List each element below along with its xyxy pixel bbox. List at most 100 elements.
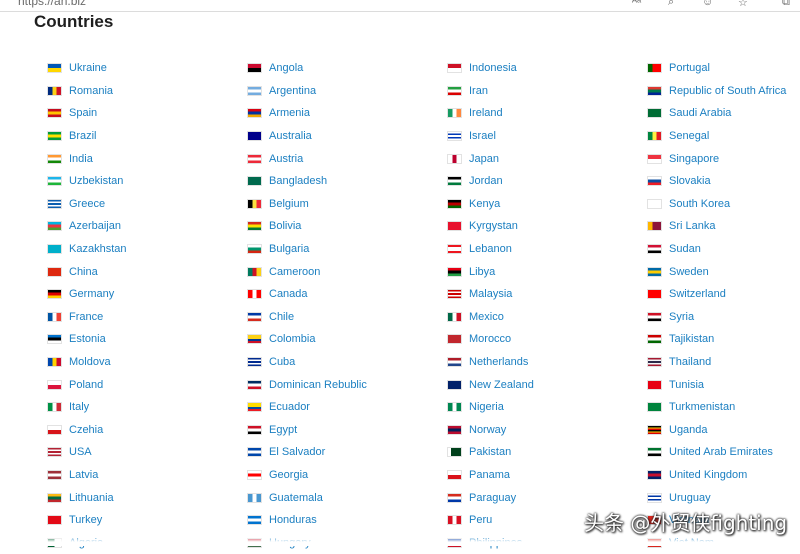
country-link[interactable]: Syria — [647, 306, 786, 329]
country-link[interactable]: Kyrgystan — [447, 215, 534, 238]
flag-icon — [47, 266, 62, 277]
country-link[interactable]: Cuba — [247, 351, 367, 374]
country-name: Ecuador — [269, 401, 310, 414]
country-link[interactable]: Guatemala — [247, 486, 367, 509]
country-link[interactable]: Saudi Arabia — [647, 102, 786, 125]
country-link[interactable]: Senegal — [647, 125, 786, 148]
country-link[interactable]: Republic of South Africa — [647, 80, 786, 103]
country-name: Australia — [269, 130, 312, 143]
country-name: Syria — [669, 310, 695, 323]
country-link[interactable]: Austria — [247, 147, 367, 170]
country-link[interactable]: Israel — [447, 125, 534, 148]
country-link[interactable]: Argentina — [247, 80, 367, 103]
country-link[interactable]: Estonia — [47, 328, 126, 351]
country-link[interactable]: Malaysia — [447, 283, 534, 306]
country-link[interactable]: Italy — [47, 396, 126, 419]
flag-icon — [647, 131, 662, 142]
country-link[interactable]: United Kingdom — [647, 464, 786, 487]
country-link[interactable]: Kazakhstan — [47, 238, 126, 261]
country-link[interactable]: Romania — [47, 80, 126, 103]
country-link[interactable]: Lithuania — [47, 486, 126, 509]
country-link[interactable]: El Salvador — [247, 441, 367, 464]
country-name: USA — [69, 446, 92, 459]
country-link[interactable]: Peru — [447, 509, 534, 532]
country-link[interactable]: Sri Lanka — [647, 215, 786, 238]
flag-icon — [647, 221, 662, 232]
country-link[interactable]: Honduras — [247, 509, 367, 532]
country-link[interactable]: Mexico — [447, 306, 534, 329]
country-link[interactable]: Lebanon — [447, 238, 534, 261]
country-link[interactable]: Uganda — [647, 419, 786, 442]
country-link[interactable]: Armenia — [247, 102, 367, 125]
country-link[interactable]: France — [47, 306, 126, 329]
country-link[interactable]: Czehia — [47, 419, 126, 442]
country-link[interactable]: Thailand — [647, 351, 786, 374]
country-link[interactable]: Iran — [447, 80, 534, 103]
favorite-icon[interactable]: ☆ — [738, 0, 748, 9]
country-link[interactable]: Nigeria — [447, 396, 534, 419]
country-link[interactable]: Australia — [247, 125, 367, 148]
country-link[interactable]: Turkey — [47, 509, 126, 532]
country-link[interactable]: Georgia — [247, 464, 367, 487]
country-link[interactable]: Greece — [47, 193, 126, 216]
country-link[interactable]: Japan — [447, 147, 534, 170]
address-bar[interactable]: https://an.biz — [18, 0, 86, 8]
country-link[interactable]: Uzbekistan — [47, 170, 126, 193]
country-link[interactable]: Ireland — [447, 102, 534, 125]
country-link[interactable]: Cameroon — [247, 260, 367, 283]
country-link[interactable]: Sweden — [647, 260, 786, 283]
country-link[interactable]: Chile — [247, 306, 367, 329]
country-link[interactable]: Indonesia — [447, 57, 534, 80]
read-aloud-icon[interactable]: ᴬᵃ — [632, 0, 641, 8]
country-link[interactable]: Canada — [247, 283, 367, 306]
country-link[interactable]: China — [47, 260, 126, 283]
country-link[interactable]: Switzerland — [647, 283, 786, 306]
collections-icon[interactable]: ⧉ — [782, 0, 790, 9]
country-link[interactable]: Turkmenistan — [647, 396, 786, 419]
country-link[interactable]: Egypt — [247, 419, 367, 442]
country-link[interactable]: Ukraine — [47, 57, 126, 80]
country-link[interactable]: Tajikistan — [647, 328, 786, 351]
country-name: Slovakia — [669, 175, 711, 188]
country-link[interactable]: Latvia — [47, 464, 126, 487]
country-link[interactable]: Angola — [247, 57, 367, 80]
flag-icon — [447, 492, 462, 503]
country-link[interactable]: Pakistan — [447, 441, 534, 464]
profile-icon[interactable]: ☺ — [702, 0, 713, 8]
country-link[interactable]: Moldova — [47, 351, 126, 374]
country-link[interactable]: Bangladesh — [247, 170, 367, 193]
country-link[interactable]: Sudan — [647, 238, 786, 261]
country-name: Uruguay — [669, 491, 711, 504]
country-link[interactable]: Morocco — [447, 328, 534, 351]
country-link[interactable]: Netherlands — [447, 351, 534, 374]
country-link[interactable]: Brazil — [47, 125, 126, 148]
search-icon[interactable]: ⌕ — [668, 0, 674, 9]
country-link[interactable]: Uruguay — [647, 486, 786, 509]
country-link[interactable]: Poland — [47, 373, 126, 396]
country-link[interactable]: Slovakia — [647, 170, 786, 193]
country-link[interactable]: Portugal — [647, 57, 786, 80]
country-link[interactable]: South Korea — [647, 193, 786, 216]
country-link[interactable]: Libya — [447, 260, 534, 283]
country-link[interactable]: USA — [47, 441, 126, 464]
country-link[interactable]: Tunisia — [647, 373, 786, 396]
country-link[interactable]: United Arab Emirates — [647, 441, 786, 464]
country-link[interactable]: Belgium — [247, 193, 367, 216]
country-link[interactable]: Bolivia — [247, 215, 367, 238]
country-link[interactable]: Dominican Rebublic — [247, 373, 367, 396]
country-link[interactable]: Germany — [47, 283, 126, 306]
country-link[interactable]: Kenya — [447, 193, 534, 216]
country-link[interactable]: Ecuador — [247, 396, 367, 419]
country-link[interactable]: Norway — [447, 419, 534, 442]
country-link[interactable]: Panama — [447, 464, 534, 487]
country-link[interactable]: Bulgaria — [247, 238, 367, 261]
country-link[interactable]: Azerbaijan — [47, 215, 126, 238]
country-link[interactable]: Spain — [47, 102, 126, 125]
country-link[interactable]: Jordan — [447, 170, 534, 193]
flag-icon — [47, 311, 62, 322]
country-link[interactable]: New Zealand — [447, 373, 534, 396]
country-link[interactable]: Paraguay — [447, 486, 534, 509]
country-link[interactable]: India — [47, 147, 126, 170]
country-link[interactable]: Singapore — [647, 147, 786, 170]
country-link[interactable]: Colombia — [247, 328, 367, 351]
